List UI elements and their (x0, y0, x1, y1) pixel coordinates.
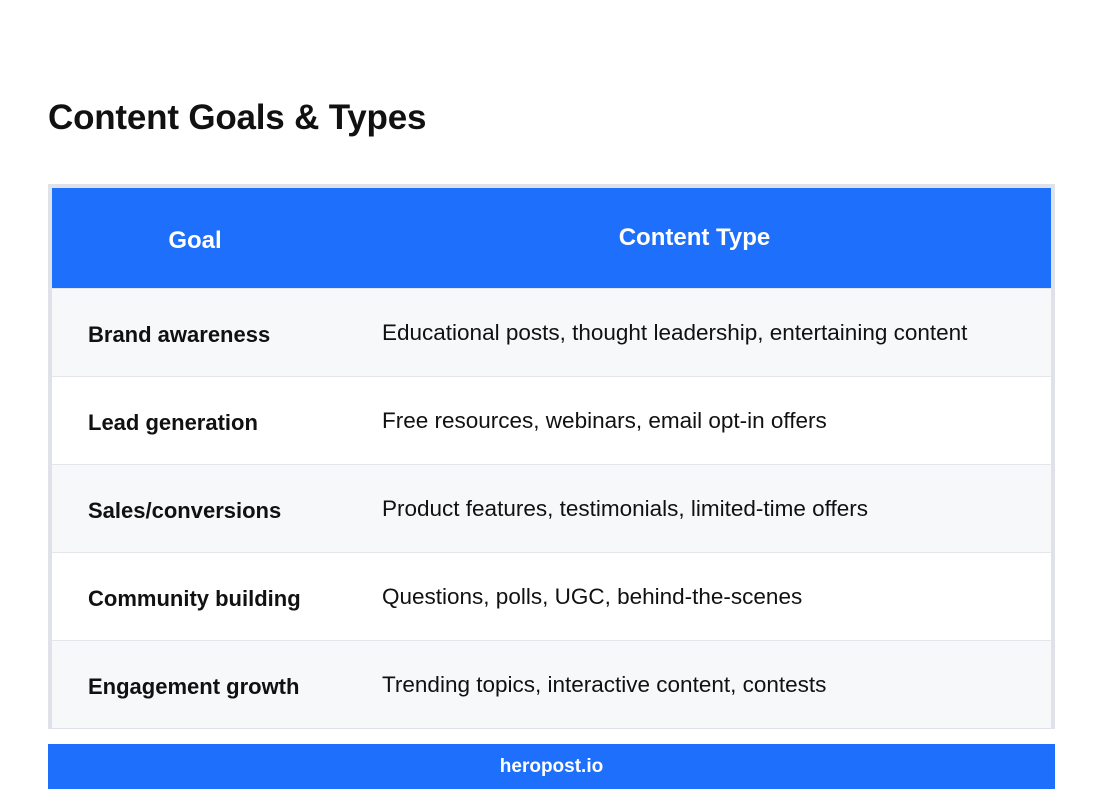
table-row: Engagement growth Trending topics, inter… (52, 640, 1051, 728)
content-type-cell: Trending topics, interactive content, co… (382, 671, 827, 697)
table-header: Goal Content Type (52, 188, 1051, 288)
content-type-cell: Free resources, webinars, email opt-in o… (382, 407, 827, 433)
content-goals-table: Goal Content Type Brand awareness Educat… (48, 184, 1055, 729)
goal-cell: Brand awareness (88, 322, 271, 347)
content-type-cell: Product features, testimonials, limited-… (382, 495, 869, 521)
goal-cell: Sales/conversions (88, 498, 282, 523)
column-header-content-type: Content Type (618, 223, 771, 251)
content-type-cell: Questions, polls, UGC, behind-the-scenes (382, 583, 803, 609)
footer-brand-label: heropost.io (499, 755, 604, 777)
table-row: Lead generation Free resources, webinars… (52, 376, 1051, 464)
column-header-goal: Goal (168, 226, 222, 254)
goal-cell: Lead generation (88, 410, 258, 435)
goal-cell: Engagement growth (88, 674, 300, 699)
content-type-cell: Educational posts, thought leadership, e… (382, 319, 968, 345)
page-title: Content Goals & Types (48, 98, 427, 137)
footer-brand-bar: heropost.io (48, 744, 1055, 789)
table-row: Sales/conversions Product features, test… (52, 464, 1051, 552)
table-row: Brand awareness Educational posts, thoug… (52, 288, 1051, 376)
table-row: Community building Questions, polls, UGC… (52, 552, 1051, 640)
goal-cell: Community building (88, 586, 301, 611)
